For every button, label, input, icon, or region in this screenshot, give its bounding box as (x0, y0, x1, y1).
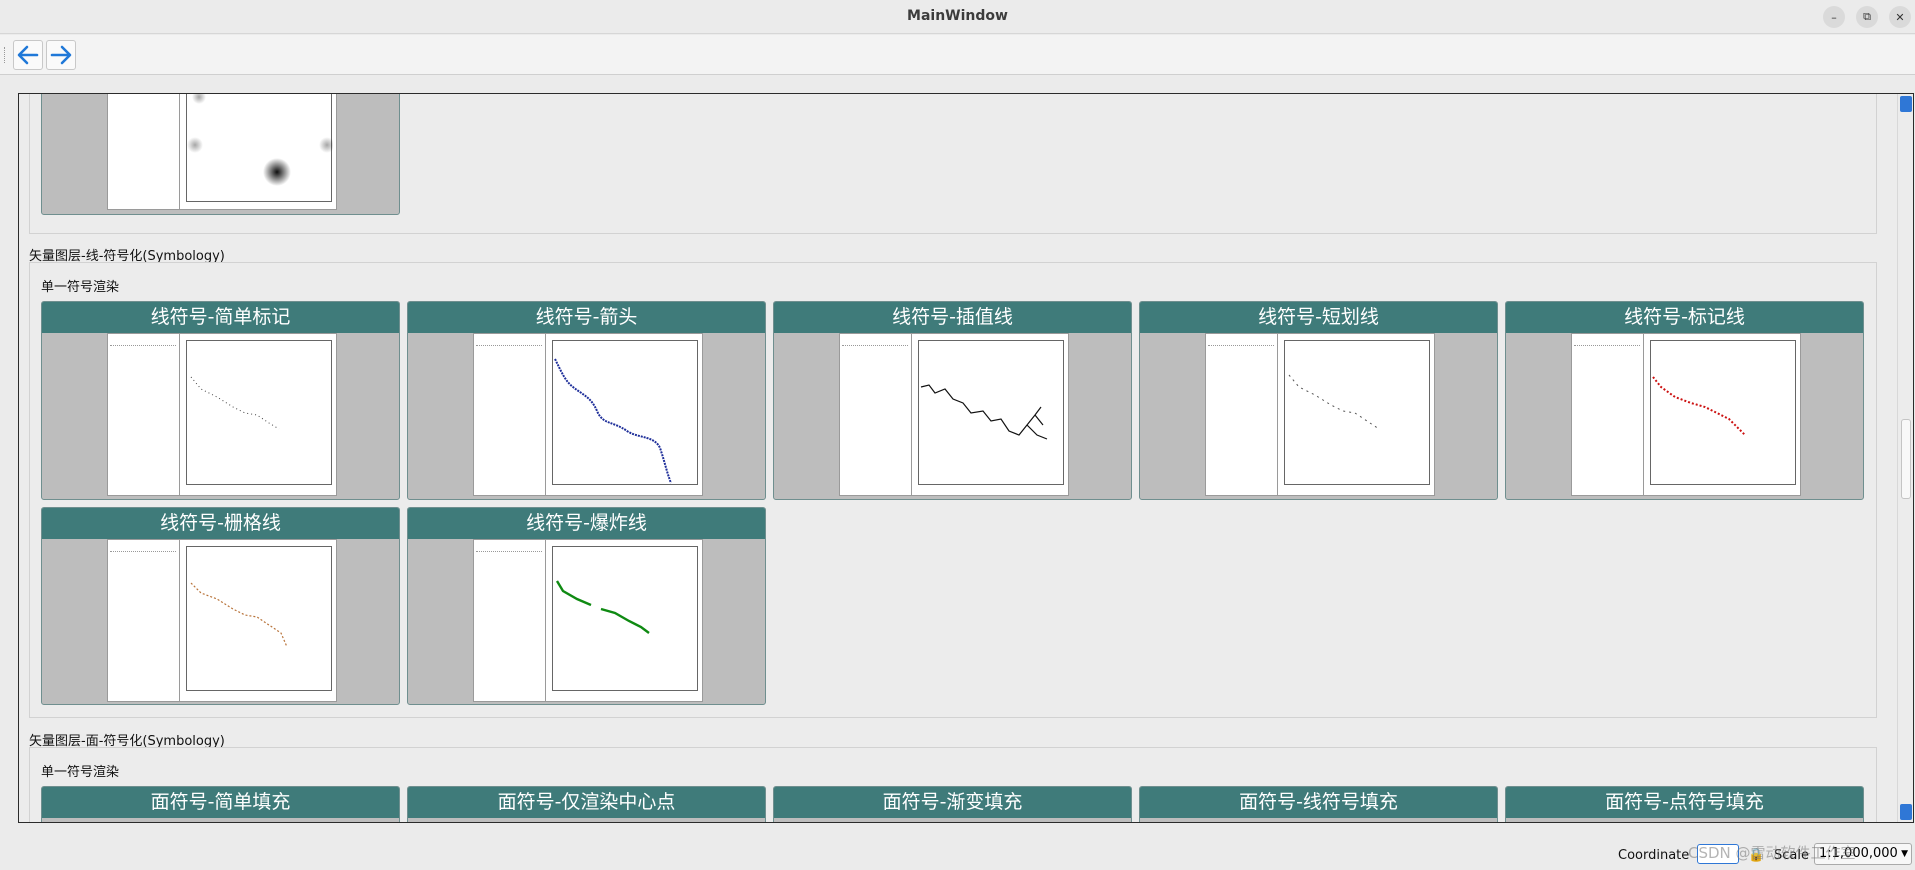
line-symbol-preview (190, 582, 288, 648)
card-polygon-point-pattern-fill[interactable]: 面符号-点符号填充 (1505, 786, 1864, 822)
gallery-scroll-area[interactable]: 矢量图层-线-符号化(Symbology) 单一符号渲染 线符号-简单标记 线符… (18, 93, 1914, 823)
scrollbar-thumb[interactable] (1901, 419, 1911, 499)
coordinate-label: Coordinate (1618, 848, 1690, 863)
line-symbol-preview (920, 384, 1048, 440)
line-symbol-preview (1288, 374, 1380, 430)
card-thumbnail (839, 333, 1069, 496)
watermark: CSDN @雷动软件工作室 (1688, 844, 1856, 862)
card-title: 线符号-插值线 (774, 302, 1131, 333)
card-polygon-centroid[interactable]: 面符号-仅渲染中心点 (407, 786, 766, 822)
chevron-down-icon: ▼ (1901, 849, 1908, 859)
card-line-arrow[interactable]: 线符号-箭头 (407, 301, 766, 500)
card-title: 线符号-栅格线 (42, 508, 399, 539)
card-title: 面符号-渐变填充 (774, 787, 1131, 818)
minimize-icon: – (1831, 10, 1837, 24)
line-symbol-preview (1652, 376, 1746, 436)
point-card-partial[interactable] (41, 94, 400, 215)
card-line-exploded[interactable]: 线符号-爆炸线 (407, 507, 766, 705)
line-symbol-preview (190, 376, 280, 430)
close-button[interactable]: ✕ (1889, 6, 1911, 28)
card-thumbnail (473, 333, 703, 496)
map-canvas-thumbnail (186, 546, 332, 691)
card-title: 面符号-仅渲染中心点 (408, 787, 765, 818)
map-canvas-thumbnail (918, 340, 1064, 485)
close-icon: ✕ (1895, 10, 1905, 24)
back-button[interactable] (13, 40, 43, 70)
toolbar-grip[interactable] (4, 47, 7, 63)
card-line-dash[interactable]: 线符号-短划线 (1139, 301, 1498, 500)
map-canvas-thumbnail (1650, 340, 1796, 485)
heatmap-points (187, 94, 333, 186)
card-title: 线符号-标记线 (1506, 302, 1863, 333)
map-canvas-thumbnail (1284, 340, 1430, 485)
vertical-scrollbar[interactable] (1897, 94, 1913, 822)
card-line-raster-line[interactable]: 线符号-栅格线 (41, 507, 400, 705)
map-canvas-thumbnail (186, 340, 332, 485)
card-line-interpolated[interactable]: 线符号-插值线 (773, 301, 1132, 500)
card-polygon-gradient-fill[interactable]: 面符号-渐变填充 (773, 786, 1132, 822)
window-title: MainWindow (907, 8, 1008, 24)
arrow-left-icon (17, 45, 39, 65)
card-title: 面符号-线符号填充 (1140, 787, 1497, 818)
card-thumbnail (1205, 333, 1435, 496)
map-canvas-thumbnail (552, 340, 698, 485)
card-line-simple-marker[interactable]: 线符号-简单标记 (41, 301, 400, 500)
maximize-button[interactable]: ⧉ (1856, 6, 1878, 28)
restore-icon: ⧉ (1863, 10, 1871, 23)
map-canvas-thumbnail (552, 546, 698, 691)
card-title: 面符号-点符号填充 (1506, 787, 1863, 818)
subsection-title-polygon: 单一符号渲染 (41, 765, 120, 780)
forward-button[interactable] (46, 40, 76, 70)
card-line-marker-line[interactable]: 线符号-标记线 (1505, 301, 1864, 500)
card-title: 线符号-简单标记 (42, 302, 399, 333)
line-symbol-preview (554, 358, 672, 484)
scroll-down-arrow[interactable] (1900, 804, 1912, 820)
line-symbol-preview (555, 580, 650, 634)
map-canvas-thumbnail (186, 94, 333, 202)
card-title: 面符号-简单填充 (42, 787, 399, 818)
card-thumbnail (1571, 333, 1801, 496)
card-title: 线符号-短划线 (1140, 302, 1497, 333)
card-polygon-line-pattern-fill[interactable]: 面符号-线符号填充 (1139, 786, 1498, 822)
card-thumbnail (107, 539, 337, 702)
title-bar: MainWindow – ⧉ ✕ (0, 0, 1915, 34)
status-bar: Coordinate 🔒 Scale 1:1,000,000 ▼ (0, 838, 1915, 870)
subsection-title-line: 单一符号渲染 (41, 280, 120, 295)
card-thumbnail (107, 94, 337, 210)
card-thumbnail (473, 539, 703, 702)
card-polygon-simple-fill[interactable]: 面符号-简单填充 (41, 786, 400, 822)
card-title: 线符号-爆炸线 (408, 508, 765, 539)
scroll-up-arrow[interactable] (1900, 96, 1912, 112)
card-title: 线符号-箭头 (408, 302, 765, 333)
arrow-right-icon (50, 45, 72, 65)
card-thumbnail (107, 333, 337, 496)
toolbar (0, 35, 1915, 75)
minimize-button[interactable]: – (1823, 6, 1845, 28)
